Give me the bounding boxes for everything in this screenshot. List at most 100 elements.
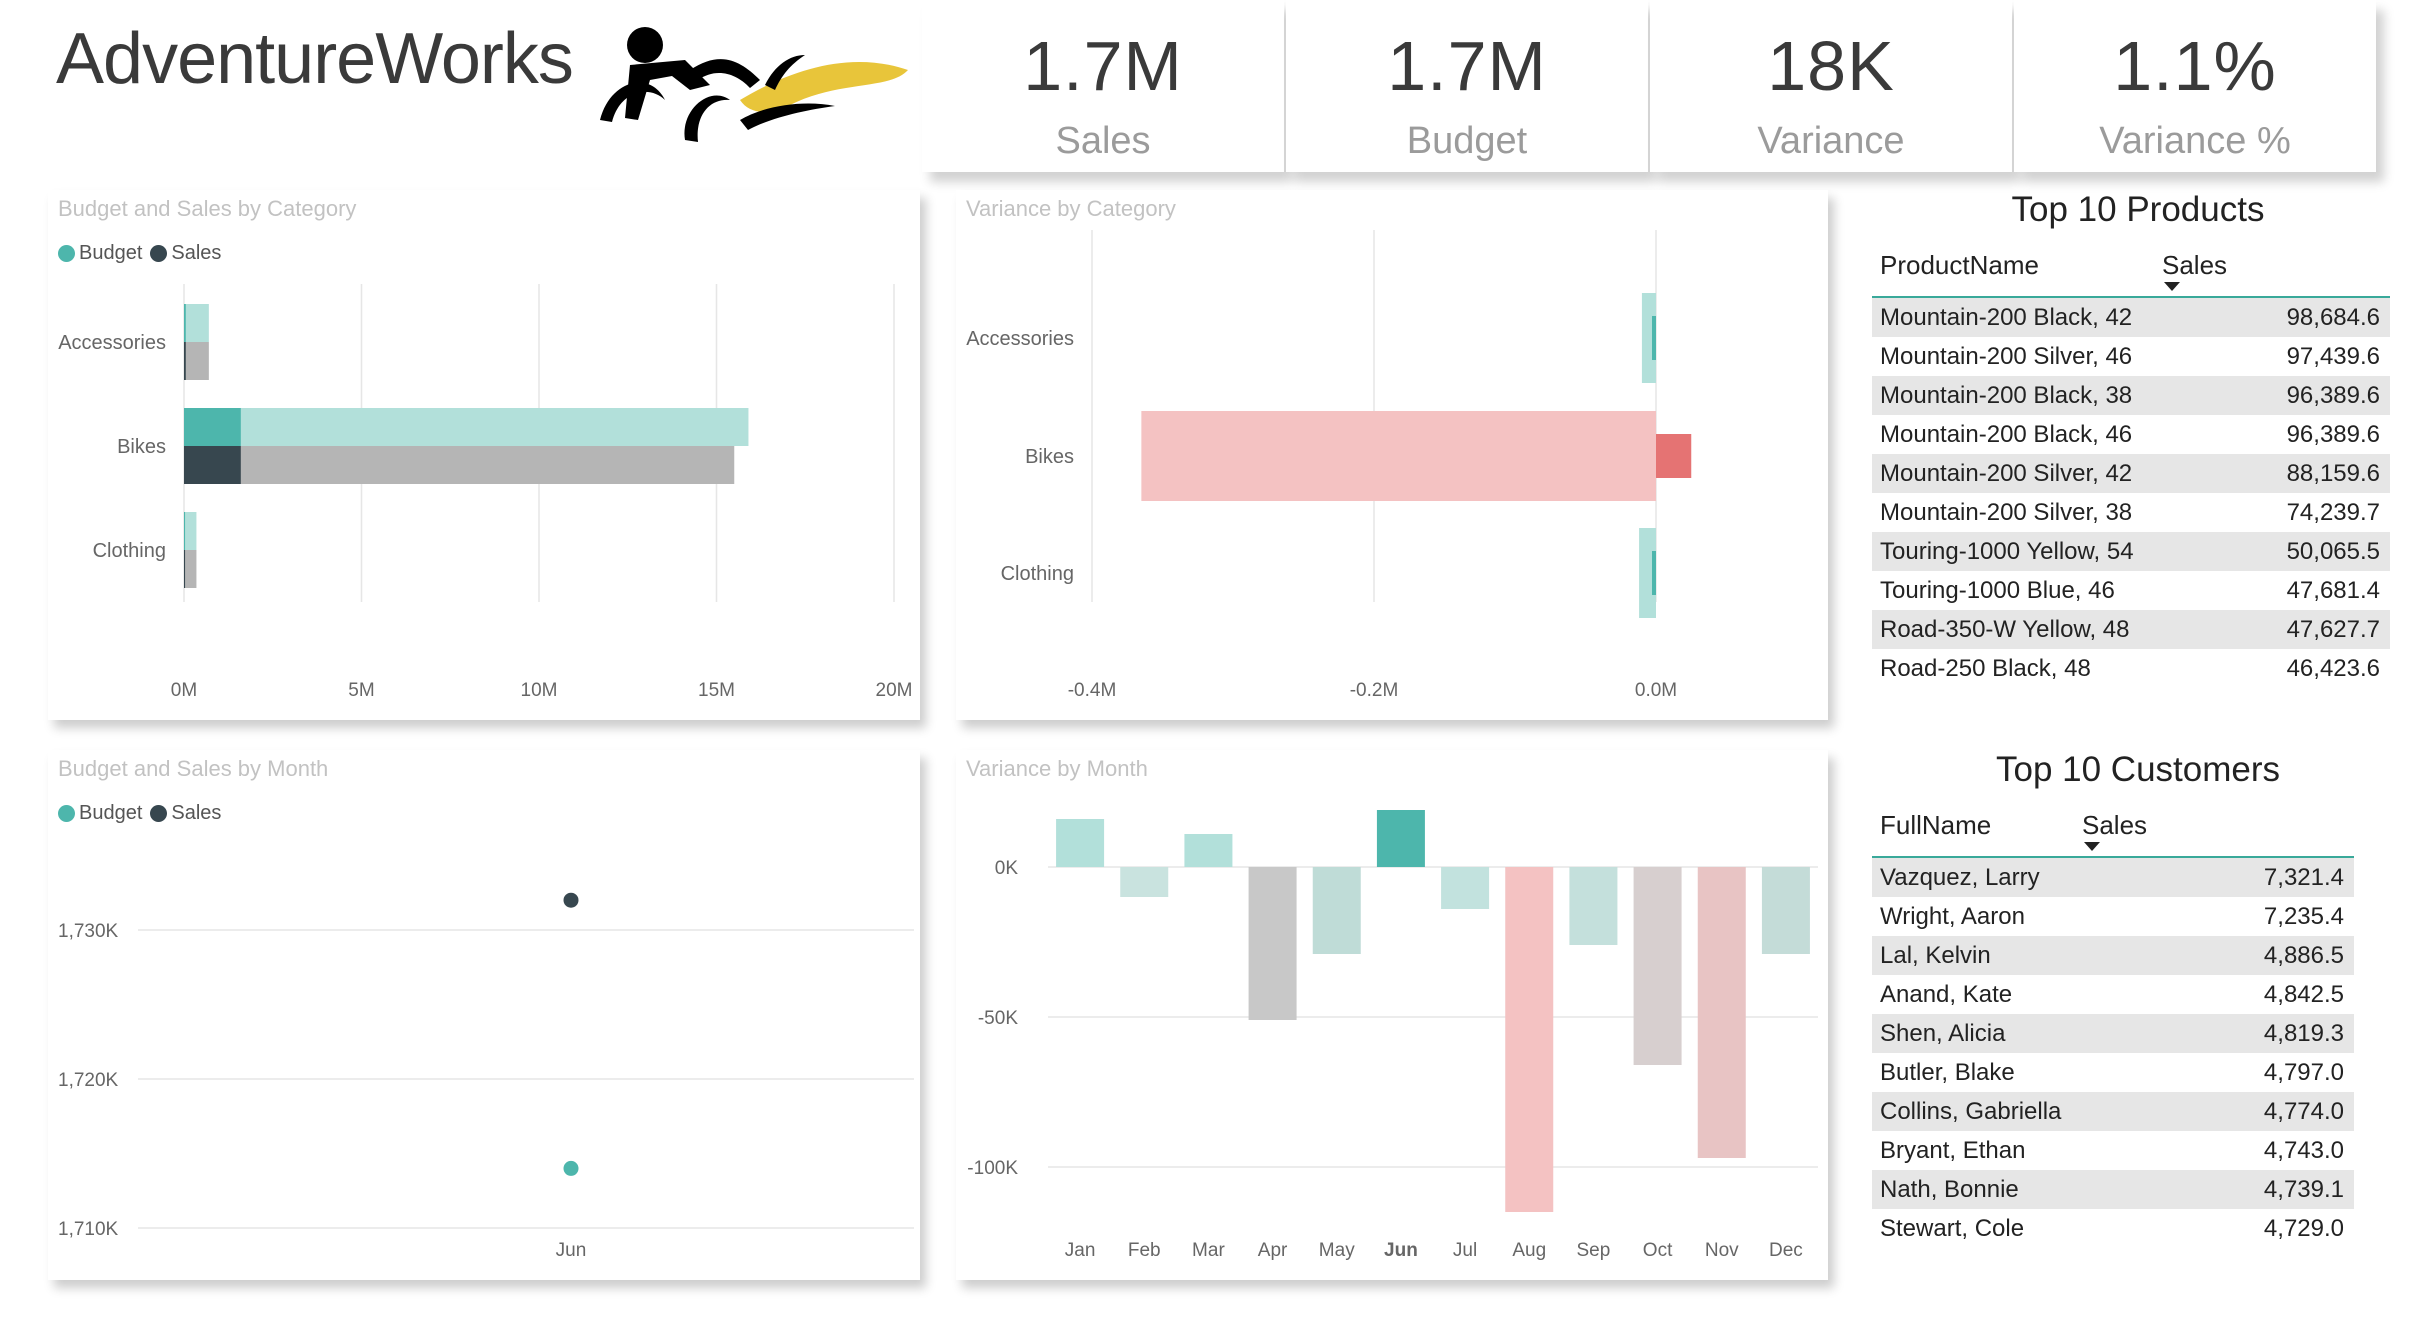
variance-month-visual[interactable]: Variance by Month 0K -50K -100K Jan Feb Mar Ap…	[956, 750, 1828, 1280]
table-row[interactable]: Road-350-W Yellow, 48 47,627.7	[1872, 610, 2390, 649]
table-row[interactable]: Collins, Gabriella 4,774.0	[1872, 1092, 2354, 1131]
point-budget[interactable]	[563, 1160, 579, 1176]
column-header-productname[interactable]: ProductName	[1880, 250, 2039, 281]
bar-budget[interactable]	[184, 512, 197, 550]
row-name: Mountain-200 Black, 38	[1880, 381, 2133, 409]
point-sales[interactable]	[563, 892, 579, 908]
kpi-card-budget[interactable]: 1.7M Budget	[1286, 0, 1648, 172]
row-name: Anand, Kate	[1880, 980, 2013, 1008]
bar-budget[interactable]	[184, 408, 749, 446]
row-sales: 96,389.6	[2286, 420, 2380, 448]
table-row[interactable]: Lal, Kelvin 4,886.5	[1872, 936, 2354, 975]
table-row[interactable]: Mountain-200 Black, 46 96,389.6	[1872, 415, 2390, 454]
table-row[interactable]: Mountain-200 Silver, 46 97,439.6	[1872, 337, 2390, 376]
variance-month-chart[interactable]: 0K -50K -100K Jan Feb Mar Apr May Jun Jul Aug Sep Oc…	[956, 750, 1828, 1280]
table-row[interactable]: Mountain-200 Black, 42 98,684.6	[1872, 298, 2390, 337]
table-row[interactable]: Road-250 Black, 48 46,423.6	[1872, 649, 2390, 688]
bar-variance-apr[interactable]	[1248, 867, 1297, 1020]
bar-variance-aug[interactable]	[1505, 867, 1554, 1212]
row-sales: 4,886.5	[2263, 941, 2344, 969]
table-row[interactable]: Touring-1000 Blue, 46 47,681.4	[1872, 571, 2390, 610]
row-sales: 4,842.5	[2263, 980, 2344, 1008]
x-tick-label: 5M	[348, 680, 374, 701]
bar-variance-highlight[interactable]	[1652, 551, 1656, 595]
kpi-value: 1.7M	[1387, 27, 1547, 105]
table-row[interactable]: Butler, Blake 4,797.0	[1872, 1053, 2354, 1092]
budget-sales-month-chart[interactable]: 1,710K 1,720K 1,730K Jun	[48, 750, 920, 1280]
x-tick-label: 0.0M	[1635, 680, 1677, 701]
bar-budget-highlight[interactable]	[184, 512, 186, 550]
bar-sales-highlight[interactable]	[184, 446, 241, 484]
bar-variance-jan[interactable]	[1056, 819, 1105, 867]
bar-variance-jun[interactable]	[1376, 810, 1425, 867]
row-name: Mountain-200 Silver, 46	[1880, 342, 2133, 370]
table-row[interactable]: Anand, Kate 4,842.5	[1872, 975, 2354, 1014]
column-header-sales[interactable]: Sales	[2082, 810, 2147, 841]
x-tick-label: 0M	[171, 680, 197, 701]
sort-descending-icon[interactable]	[2164, 282, 2180, 291]
column-header-fullname[interactable]: FullName	[1880, 810, 1991, 841]
table-row[interactable]: Mountain-200 Silver, 38 74,239.7	[1872, 493, 2390, 532]
bar-variance-sep[interactable]	[1569, 867, 1618, 945]
row-sales: 74,239.7	[2286, 498, 2380, 526]
row-sales: 97,439.6	[2286, 342, 2380, 370]
bar-variance[interactable]	[1141, 411, 1656, 501]
bar-variance-mar[interactable]	[1184, 834, 1233, 867]
bar-variance-oct[interactable]	[1633, 867, 1682, 1065]
budget-sales-category-visual[interactable]: Budget and Sales by Category Budget Sale…	[48, 190, 920, 720]
row-name: Touring-1000 Yellow, 54	[1880, 537, 2134, 565]
row-name: Butler, Blake	[1880, 1058, 2015, 1086]
bar-variance-jul[interactable]	[1441, 867, 1490, 909]
row-sales: 4,797.0	[2263, 1058, 2344, 1086]
bar-budget-highlight[interactable]	[184, 408, 241, 446]
bar-sales[interactable]	[184, 342, 209, 380]
budget-sales-category-chart[interactable]: 0M 5M 10M 15M 20M Accessories Bikes Clothing	[48, 190, 920, 720]
sort-descending-icon[interactable]	[2084, 842, 2100, 851]
table-row[interactable]: Vazquez, Larry 7,321.4	[1872, 858, 2354, 897]
bar-sales[interactable]	[184, 446, 735, 484]
table-row[interactable]: Touring-1000 Yellow, 54 50,065.5	[1872, 532, 2390, 571]
x-tick-label: Jun	[1384, 1240, 1418, 1261]
table-row[interactable]: Nath, Bonnie 4,739.1	[1872, 1170, 2354, 1209]
bar-sales-highlight[interactable]	[184, 550, 186, 588]
bar-variance-dec[interactable]	[1761, 867, 1810, 954]
kpi-card-sales[interactable]: 1.7M Sales	[922, 0, 1284, 172]
y-category-label: Accessories	[58, 332, 166, 354]
top-products-table[interactable]: ProductName Sales Mountain-200 Black, 42…	[1872, 240, 2390, 688]
variance-category-chart[interactable]: -0.4M -0.2M 0.0M Accessories Bikes Clothing	[956, 190, 1828, 720]
row-name: Mountain-200 Black, 46	[1880, 420, 2133, 448]
bar-sales-highlight[interactable]	[184, 342, 186, 380]
row-sales: 98,684.6	[2286, 303, 2380, 331]
column-header-sales[interactable]: Sales	[2162, 250, 2227, 281]
bar-variance-highlight[interactable]	[1652, 316, 1656, 360]
x-tick-label: 10M	[521, 680, 558, 701]
y-category-label: Clothing	[93, 540, 166, 562]
bar-variance-highlight[interactable]	[1656, 434, 1692, 478]
row-name: Mountain-200 Silver, 38	[1880, 498, 2133, 526]
row-sales: 96,389.6	[2286, 381, 2380, 409]
kpi-card-variance[interactable]: 18K Variance	[1650, 0, 2012, 172]
y-category-label: Accessories	[966, 328, 1074, 350]
bar-sales[interactable]	[184, 550, 197, 588]
bar-budget-highlight[interactable]	[184, 304, 186, 342]
variance-category-visual[interactable]: Variance by Category -0.4M -0.2M 0.0M Acces…	[956, 190, 1828, 720]
y-category-label: Bikes	[1025, 446, 1074, 468]
y-tick-label: 0K	[995, 858, 1019, 879]
table-row[interactable]: Mountain-200 Silver, 42 88,159.6	[1872, 454, 2390, 493]
table-row[interactable]: Mountain-200 Black, 38 96,389.6	[1872, 376, 2390, 415]
bar-variance-nov[interactable]	[1697, 867, 1746, 1158]
table-row[interactable]: Wright, Aaron 7,235.4	[1872, 897, 2354, 936]
kpi-label: Variance	[1757, 120, 1905, 162]
budget-sales-month-visual[interactable]: Budget and Sales by Month Budget Sales 1…	[48, 750, 920, 1280]
bar-variance-feb[interactable]	[1120, 867, 1169, 897]
kpi-label: Variance %	[2099, 120, 2291, 162]
table-row[interactable]: Shen, Alicia 4,819.3	[1872, 1014, 2354, 1053]
row-name: Touring-1000 Blue, 46	[1880, 576, 2115, 604]
top-customers-table[interactable]: FullName Sales Vazquez, Larry 7,321.4 Wrig…	[1872, 800, 2354, 1248]
bar-variance-may[interactable]	[1312, 867, 1361, 954]
row-name: Stewart, Cole	[1880, 1214, 2025, 1242]
kpi-card-variance-pct[interactable]: 1.1% Variance %	[2014, 0, 2376, 172]
table-row[interactable]: Stewart, Cole 4,729.0	[1872, 1209, 2354, 1248]
table-row[interactable]: Bryant, Ethan 4,743.0	[1872, 1131, 2354, 1170]
bar-budget[interactable]	[184, 304, 209, 342]
